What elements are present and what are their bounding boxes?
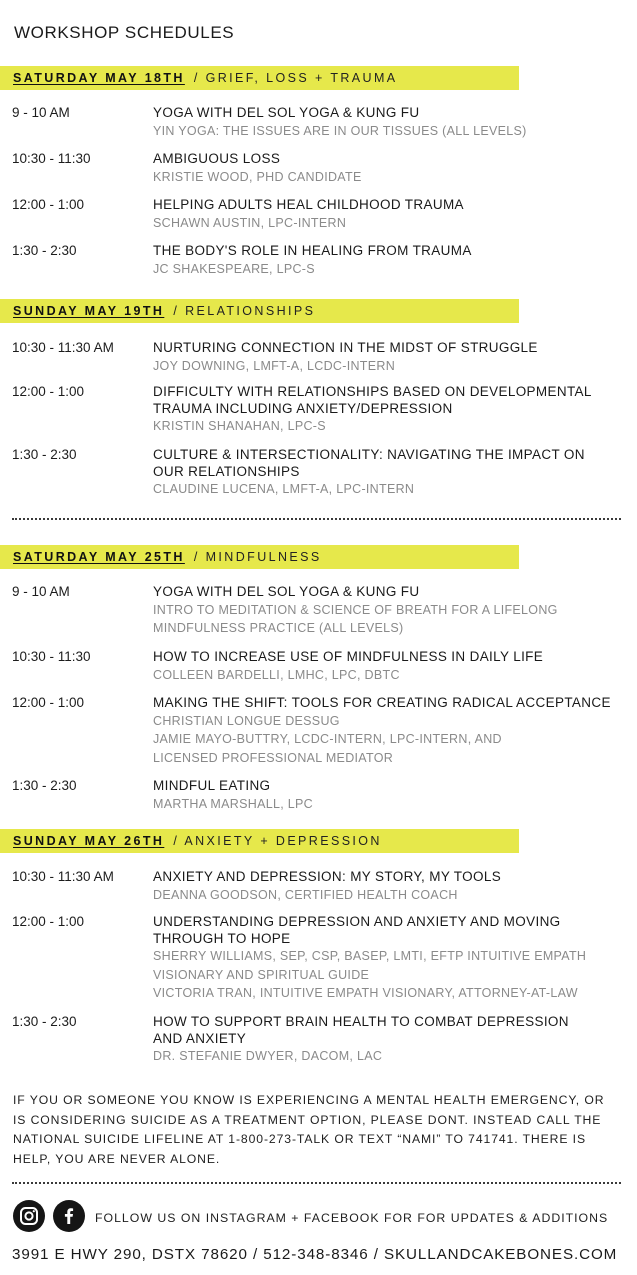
session-title: HOW TO SUPPORT BRAIN HEALTH TO COMBAT DE… [153,1014,569,1046]
dotted-divider [12,1182,621,1184]
session-detail: JAMIE MAYO-BUTTRY, LCDC-INTERN, LPC-INTE… [153,732,502,746]
session-time: 1:30 - 2:30 [12,447,77,462]
session-time: 10:30 - 11:30 [12,649,91,664]
session-detail: YIN YOGA: THE ISSUES ARE IN OUR TISSUES … [153,123,527,138]
day-banner: SUNDAY MAY 19TH / RELATIONSHIPS [0,299,519,323]
session-time: 12:00 - 1:00 [12,914,85,929]
session-title: CULTURE & INTERSECTIONALITY: NAVIGATING … [153,447,585,479]
session-title: HOW TO INCREASE USE OF MINDFULNESS IN DA… [153,649,544,664]
session-time: 10:30 - 11:30 AM [12,869,114,884]
session-title: DIFFICULTY WITH RELATIONSHIPS BASED ON D… [153,384,592,416]
session-time: 9 - 10 AM [12,105,70,120]
session-detail: VICTORIA TRAN, INTUITIVE EMPATH VISIONAR… [153,986,578,1000]
session-time: 12:00 - 1:00 [12,384,85,399]
session-time: 1:30 - 2:30 [12,243,77,258]
session-title: YOGA WITH DEL SOL YOGA & KUNG FU [153,105,420,120]
session-time: 10:30 - 11:30 [12,151,91,166]
session-detail: SHERRY WILLIAMS, SEP, CSP, BASEP, LMTI, … [153,949,587,982]
session-body: HELPING ADULTS HEAL CHILDHOOD TRAUMA SCH… [153,197,615,232]
facebook-icon[interactable] [53,1200,85,1232]
session-title: THE BODY'S ROLE IN HEALING FROM TRAUMA [153,243,472,258]
session-time: 12:00 - 1:00 [12,197,85,212]
day-date: SUNDAY MAY 19TH [13,304,165,318]
session-time: 10:30 - 11:30 AM [12,340,114,355]
footer-address: 3991 E HWY 290, DSTX 78620 / 512-348-834… [12,1246,618,1263]
session-detail: SCHAWN AUSTIN, LPC-INTERN [153,215,347,230]
session-detail: CLAUDINE LUCENA, LMFT-A, LPC-INTERN [153,482,415,496]
instagram-icon[interactable] [13,1200,45,1232]
session-title: YOGA WITH DEL SOL YOGA & KUNG FU [153,584,420,599]
session-body: YOGA WITH DEL SOL YOGA & KUNG FU INTRO T… [153,584,573,638]
session-body: NURTURING CONNECTION IN THE MIDST OF STR… [153,340,615,375]
day-date: SUNDAY MAY 26TH [13,834,165,848]
session-detail: COLLEEN BARDELLI, LMHC, LPC, DBTC [153,667,400,682]
day-date: SATURDAY MAY 18TH [13,71,185,85]
day-date: SATURDAY MAY 25TH [13,550,185,564]
session-title: NURTURING CONNECTION IN THE MIDST OF STR… [153,340,538,355]
session-detail: DEANNA GOODSON, CERTIFIED HEALTH COACH [153,887,458,902]
day-banner: SUNDAY MAY 26TH / ANXIETY + DEPRESSION [0,829,519,853]
day-theme: / MINDFULNESS [193,550,322,564]
session-time: 9 - 10 AM [12,584,70,599]
dotted-divider [12,518,621,520]
session-detail: MARTHA MARSHALL, LPC [153,796,313,811]
day-banner: SATURDAY MAY 25TH / MINDFULNESS [0,545,519,569]
session-body: MAKING THE SHIFT: TOOLS FOR CREATING RAD… [153,695,615,767]
session-body: HOW TO INCREASE USE OF MINDFULNESS IN DA… [153,649,615,684]
session-detail: KRISTIN SHANAHAN, LPC-S [153,419,326,433]
page-title: WORKSHOP SCHEDULES [14,23,235,42]
day-theme: / ANXIETY + DEPRESSION [173,834,382,848]
session-detail: LICENSED PROFESSIONAL MEDIATOR [153,750,394,765]
session-detail: JC SHAKESPEARE, LPC-S [153,261,315,276]
session-time: 1:30 - 2:30 [12,1014,77,1029]
session-body: YOGA WITH DEL SOL YOGA & KUNG FU YIN YOG… [153,105,615,140]
session-title: HELPING ADULTS HEAL CHILDHOOD TRAUMA [153,197,464,212]
emergency-notice: IF YOU OR SOMEONE YOU KNOW IS EXPERIENCI… [13,1093,605,1166]
session-body: CULTURE & INTERSECTIONALITY: NAVIGATING … [153,447,615,499]
session-title: MAKING THE SHIFT: TOOLS FOR CREATING RAD… [153,695,611,710]
session-body: ANXIETY AND DEPRESSION: MY STORY, MY TOO… [153,869,615,904]
session-title: MINDFUL EATING [153,778,271,793]
session-time: 1:30 - 2:30 [12,778,77,793]
session-detail: INTRO TO MEDITATION & SCIENCE OF BREATH … [153,602,558,636]
day-theme: / RELATIONSHIPS [173,304,316,318]
day-theme: / GRIEF, LOSS + TRAUMA [193,71,398,85]
session-body: MINDFUL EATING MARTHA MARSHALL, LPC [153,778,615,813]
session-body: UNDERSTANDING DEPRESSION AND ANXIETY AND… [153,914,608,1003]
session-body: DIFFICULTY WITH RELATIONSHIPS BASED ON D… [153,384,615,436]
day-banner: SATURDAY MAY 18TH / GRIEF, LOSS + TRAUMA [0,66,519,90]
session-detail: KRISTIE WOOD, PHD CANDIDATE [153,169,362,184]
session-detail: CHRISTIAN LONGUE DESSUG [153,713,340,728]
session-body: AMBIGUOUS LOSS KRISTIE WOOD, PHD CANDIDA… [153,151,615,186]
session-title: UNDERSTANDING DEPRESSION AND ANXIETY AND… [153,914,561,946]
social-follow-text: FOLLOW US ON INSTAGRAM + FACEBOOK FOR FO… [95,1211,609,1225]
social-row: FOLLOW US ON INSTAGRAM + FACEBOOK FOR FO… [13,1200,628,1234]
session-detail: JOY DOWNING, LMFT-A, LCDC-INTERN [153,358,396,373]
session-title: AMBIGUOUS LOSS [153,151,281,166]
session-body: HOW TO SUPPORT BRAIN HEALTH TO COMBAT DE… [153,1014,615,1066]
session-body: THE BODY'S ROLE IN HEALING FROM TRAUMA J… [153,243,615,278]
session-title: ANXIETY AND DEPRESSION: MY STORY, MY TOO… [153,869,502,884]
session-time: 12:00 - 1:00 [12,695,85,710]
session-detail: DR. STEFANIE DWYER, DACOM, LAC [153,1049,383,1063]
